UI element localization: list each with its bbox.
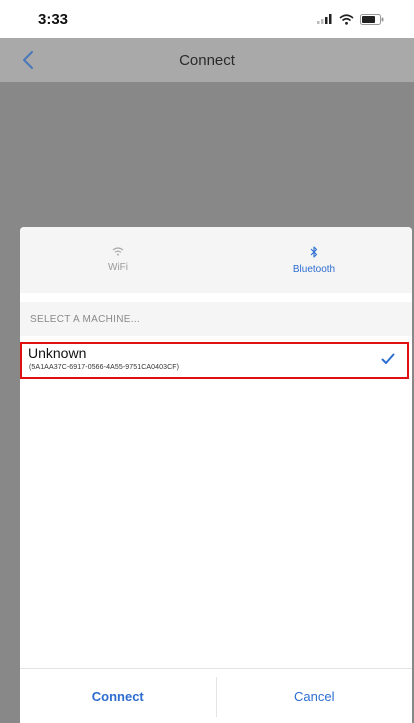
wifi-icon xyxy=(112,247,124,256)
machine-picker-sheet: WiFi Bluetooth SELECT A MACHINE... Unkno… xyxy=(20,227,412,723)
checkmark-icon xyxy=(381,353,395,364)
machine-id: (5A1AA37C-6917-0566-4A55-9751CA0403CF) xyxy=(29,364,180,371)
nav-bar: Connect xyxy=(0,38,414,82)
signal-icon xyxy=(317,14,332,24)
machine-list-item[interactable]: Unknown (5A1AA37C-6917-0566-4A55-9751CA0… xyxy=(20,342,409,379)
battery-icon xyxy=(360,13,384,25)
cancel-button[interactable]: Cancel xyxy=(217,689,413,704)
status-icons xyxy=(317,13,384,25)
tab-bluetooth[interactable]: Bluetooth xyxy=(216,227,412,293)
back-button[interactable] xyxy=(22,46,50,74)
wifi-status-icon xyxy=(339,13,354,25)
tab-wifi[interactable]: WiFi xyxy=(20,227,216,293)
page-title: Connect xyxy=(179,51,235,69)
tab-wifi-label: WiFi xyxy=(108,262,128,273)
status-time: 3:33 xyxy=(38,10,69,28)
chevron-left-icon xyxy=(23,51,33,69)
status-bar: 3:33 xyxy=(0,0,414,38)
section-header: SELECT A MACHINE... xyxy=(20,302,412,336)
connect-button[interactable]: Connect xyxy=(20,689,216,704)
machine-name: Unknown xyxy=(28,345,87,361)
bluetooth-icon xyxy=(310,245,318,258)
connection-tabs: WiFi Bluetooth xyxy=(20,227,412,293)
action-bar: Connect Cancel xyxy=(20,668,412,723)
tab-bluetooth-label: Bluetooth xyxy=(292,263,336,275)
